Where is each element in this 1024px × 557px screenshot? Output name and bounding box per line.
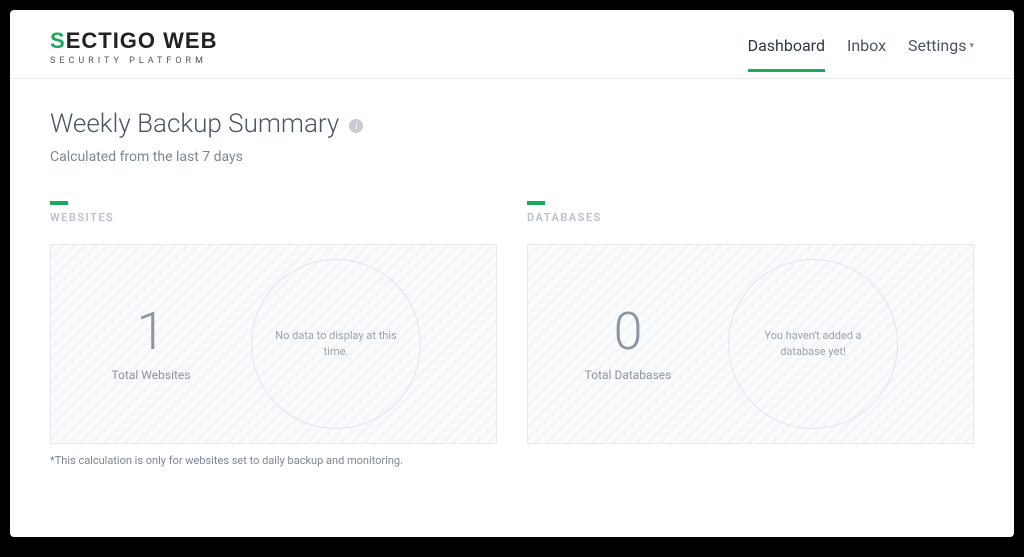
databases-chart-message: You haven't added a database yet!	[729, 328, 897, 361]
top-nav: Dashboard Inbox Settings ▾	[748, 36, 974, 58]
databases-card: 0 Total Databases You haven't added a da…	[527, 244, 974, 444]
databases-stat: 0 Total Databases	[558, 306, 698, 382]
page-subtitle: Calculated from the last 7 days	[50, 149, 974, 165]
databases-heading: DATABASES	[527, 211, 974, 224]
brand-logo: SECTIGO WEB SECURITY PLATFORM	[50, 28, 217, 66]
websites-column: WEBSITES 1 Total Websites No data to dis…	[50, 201, 497, 467]
page-title-row: Weekly Backup Summary i	[50, 109, 974, 139]
cards-row: WEBSITES 1 Total Websites No data to dis…	[50, 201, 974, 467]
nav-settings-label: Settings	[908, 36, 966, 55]
content: Weekly Backup Summary i Calculated from …	[10, 79, 1014, 477]
nav-dashboard[interactable]: Dashboard	[748, 36, 825, 72]
chevron-down-icon: ▾	[969, 41, 974, 51]
section-marker	[527, 201, 545, 205]
header: SECTIGO WEB SECURITY PLATFORM Dashboard …	[10, 10, 1014, 79]
section-marker	[50, 201, 68, 205]
app-frame: SECTIGO WEB SECURITY PLATFORM Dashboard …	[10, 10, 1014, 537]
nav-settings[interactable]: Settings ▾	[908, 36, 974, 72]
footnote: *This calculation is only for websites s…	[50, 454, 497, 467]
websites-count: 1	[81, 306, 221, 358]
brand-name: SECTIGO WEB	[50, 28, 217, 54]
websites-card: 1 Total Websites No data to display at t…	[50, 244, 497, 444]
page-title: Weekly Backup Summary	[50, 109, 339, 139]
websites-chart-message: No data to display at this time.	[252, 328, 420, 361]
websites-heading: WEBSITES	[50, 211, 497, 224]
databases-count-label: Total Databases	[558, 368, 698, 382]
databases-count: 0	[558, 306, 698, 358]
info-icon[interactable]: i	[349, 119, 363, 133]
websites-count-label: Total Websites	[81, 368, 221, 382]
nav-inbox[interactable]: Inbox	[847, 36, 886, 72]
websites-stat: 1 Total Websites	[81, 306, 221, 382]
databases-column: DATABASES 0 Total Databases You haven't …	[527, 201, 974, 467]
brand-tagline: SECURITY PLATFORM	[50, 56, 217, 66]
databases-chart-placeholder: You haven't added a database yet!	[728, 259, 898, 429]
websites-chart-placeholder: No data to display at this time.	[251, 259, 421, 429]
